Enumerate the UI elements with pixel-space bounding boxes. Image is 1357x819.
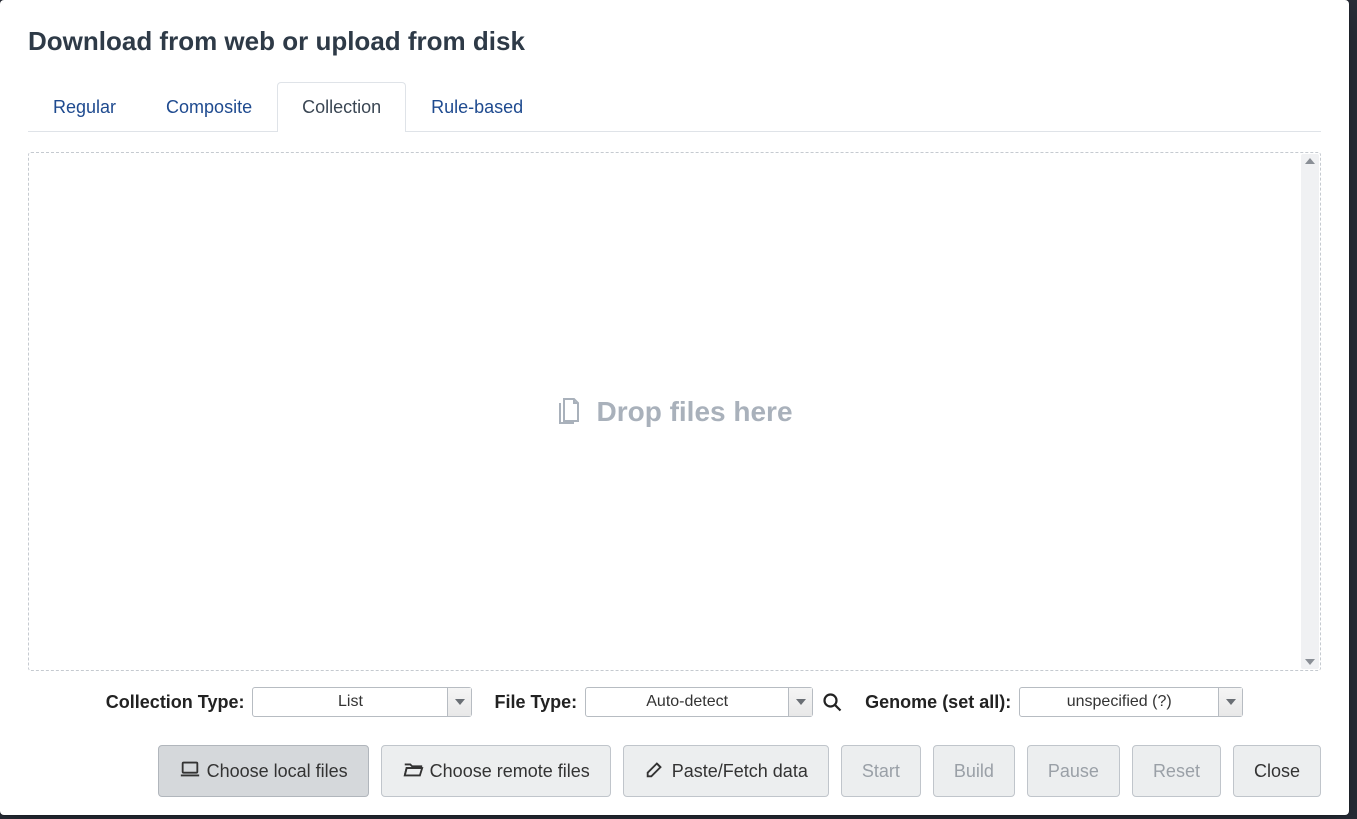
dropzone-container: Drop files here [28,152,1321,671]
pause-label: Pause [1048,761,1099,782]
search-icon[interactable] [821,691,843,713]
tab-regular[interactable]: Regular [28,82,141,132]
collection-type-label: Collection Type: [106,692,245,713]
file-type-label: File Type: [494,692,577,713]
genome-select[interactable]: unspecified (?) [1019,687,1243,717]
collection-type-group: Collection Type: List [106,687,473,717]
reset-button[interactable]: Reset [1132,745,1221,797]
action-buttons: Choose local files Choose remote files P… [28,745,1321,797]
laptop-icon [179,758,201,785]
chevron-down-icon [1218,688,1242,716]
tab-collection[interactable]: Collection [277,82,406,132]
modal-title: Download from web or upload from disk [28,26,1321,57]
files-icon [556,397,582,427]
collection-type-select[interactable]: List [252,687,472,717]
tab-composite[interactable]: Composite [141,82,277,132]
reset-label: Reset [1153,761,1200,782]
pause-button[interactable]: Pause [1027,745,1120,797]
start-button[interactable]: Start [841,745,921,797]
paste-fetch-button[interactable]: Paste/Fetch data [623,745,829,797]
choose-remote-label: Choose remote files [430,761,590,782]
folder-open-icon [402,758,424,785]
genome-group: Genome (set all): unspecified (?) [865,687,1243,717]
chevron-down-icon [447,688,471,716]
upload-modal: Download from web or upload from disk Re… [0,0,1349,815]
file-type-value: Auto-detect [586,688,788,716]
dropzone-text: Drop files here [596,396,792,428]
build-label: Build [954,761,994,782]
genome-label: Genome (set all): [865,692,1011,713]
paste-fetch-label: Paste/Fetch data [672,761,808,782]
close-label: Close [1254,761,1300,782]
choose-local-label: Choose local files [207,761,348,782]
collection-type-value: List [253,688,447,716]
file-type-group: File Type: Auto-detect [494,687,843,717]
tab-rule-based[interactable]: Rule-based [406,82,548,132]
file-type-select[interactable]: Auto-detect [585,687,813,717]
start-label: Start [862,761,900,782]
build-button[interactable]: Build [933,745,1015,797]
genome-value: unspecified (?) [1020,688,1218,716]
close-button[interactable]: Close [1233,745,1321,797]
choose-local-files-button[interactable]: Choose local files [158,745,369,797]
controls-row: Collection Type: List File Type: Auto-de… [28,687,1321,717]
upload-tabs: Regular Composite Collection Rule-based [28,81,1321,132]
choose-remote-files-button[interactable]: Choose remote files [381,745,611,797]
chevron-down-icon [788,688,812,716]
edit-icon [644,758,666,785]
dropzone-scrollbar[interactable] [1301,154,1319,669]
file-dropzone[interactable]: Drop files here [28,152,1321,671]
